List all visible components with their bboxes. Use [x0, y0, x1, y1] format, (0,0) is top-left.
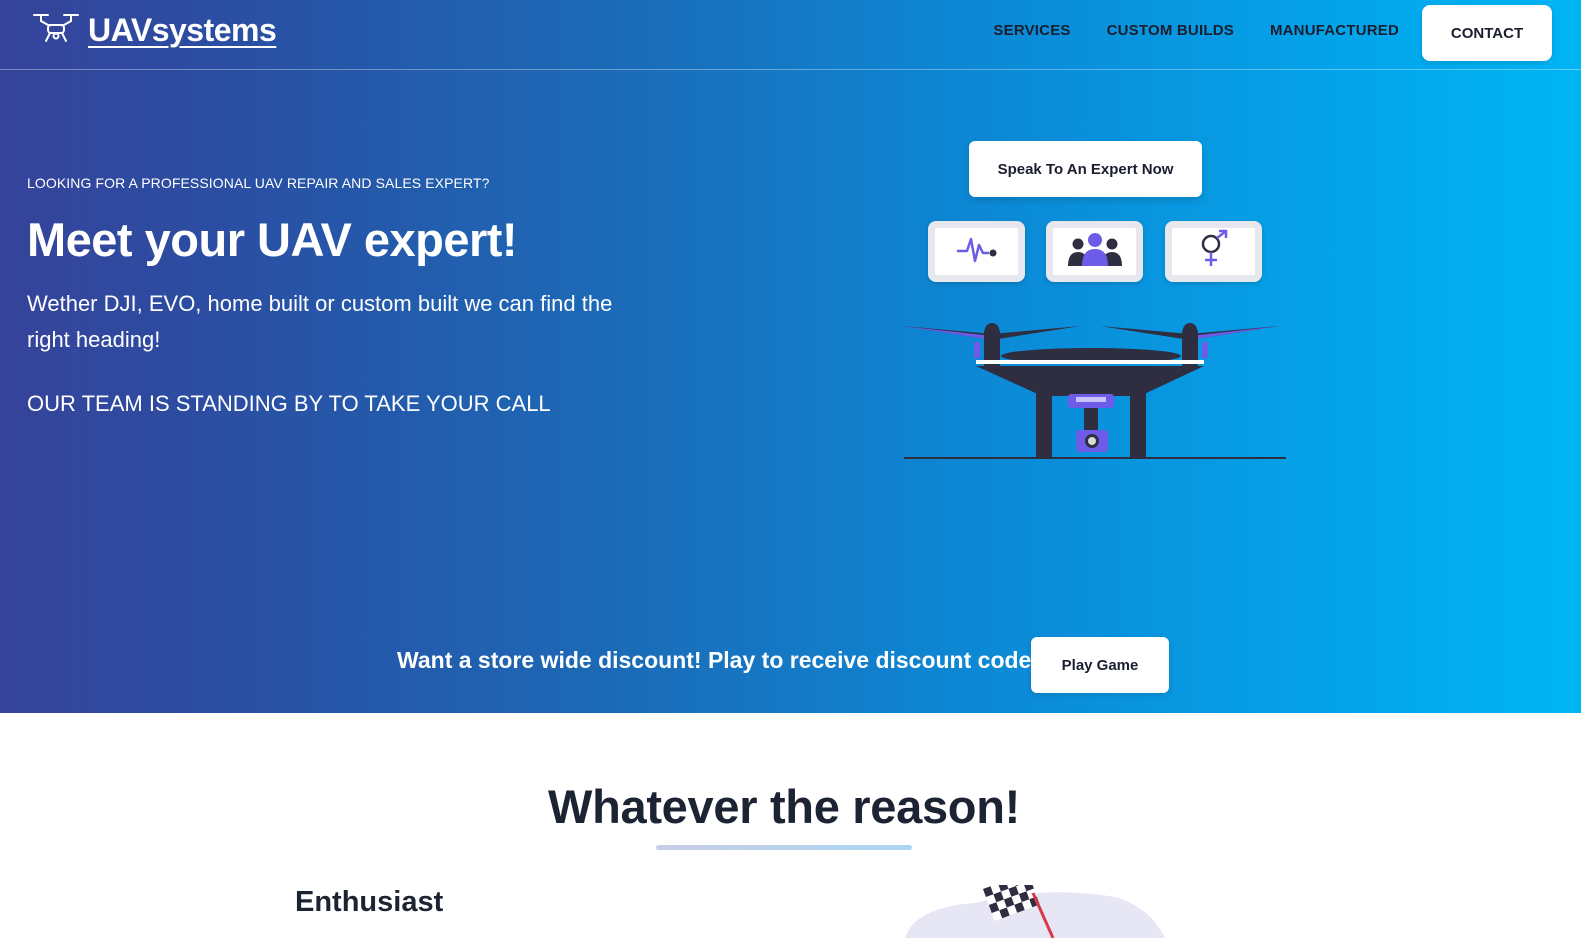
hero-eyebrow: LOOKING FOR A PROFESSIONAL UAV REPAIR AN…	[27, 175, 490, 191]
top-nav: UAVsystems SERVICES CUSTOM BUILDS MANUFA…	[0, 0, 1581, 70]
discount-promo-text: Want a store wide discount! Play to rece…	[397, 647, 1040, 673]
brand-name: UAVsystems	[88, 11, 277, 48]
brand-link[interactable]: UAVsystems	[32, 10, 277, 50]
drone-illustration	[900, 318, 1290, 473]
hero-headline: Meet your UAV expert!	[27, 213, 518, 266]
monitor-gender	[1165, 221, 1262, 282]
team-icon	[1065, 230, 1125, 273]
hero-section: UAVsystems SERVICES CUSTOM BUILDS MANUFA…	[0, 0, 1581, 713]
hero-subtext: Wether DJI, EVO, home built or custom bu…	[27, 291, 613, 352]
gender-icon	[1194, 229, 1234, 274]
monitor-team	[1046, 221, 1143, 282]
title-underline	[656, 845, 912, 850]
heartbeat-icon	[955, 231, 999, 272]
contact-button[interactable]: CONTACT	[1422, 5, 1552, 61]
nav-links: SERVICES CUSTOM BUILDS MANUFACTURED	[993, 22, 1399, 39]
drone-logo-icon	[32, 11, 80, 50]
nav-custom-builds[interactable]: CUSTOM BUILDS	[1107, 22, 1234, 39]
nav-services[interactable]: SERVICES	[993, 22, 1070, 39]
reasons-title: Whatever the reason!	[548, 780, 1020, 833]
play-game-button[interactable]: Play Game	[1031, 637, 1169, 693]
team-standby-text: OUR TEAM IS STANDING BY TO TAKE YOUR CAL…	[27, 391, 551, 416]
speak-to-expert-button[interactable]: Speak To An Expert Now	[969, 141, 1202, 197]
monitor-heartbeat	[928, 221, 1025, 282]
enthusiast-title: Enthusiast	[295, 886, 444, 918]
racing-flag-illustration	[905, 872, 1165, 938]
nav-manufactured[interactable]: MANUFACTURED	[1270, 22, 1399, 39]
